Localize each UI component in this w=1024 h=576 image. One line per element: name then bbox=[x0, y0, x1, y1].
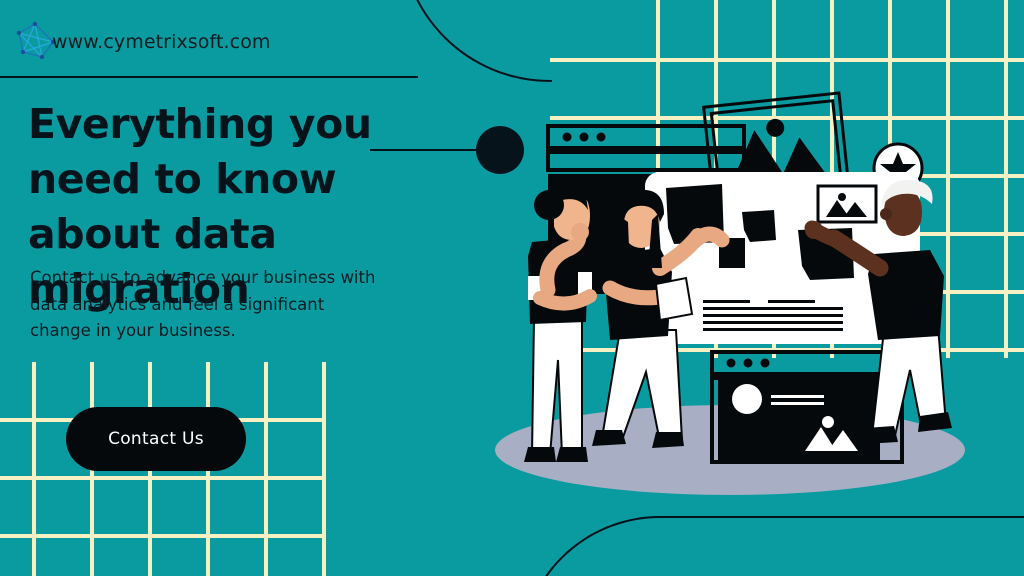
header-rule bbox=[0, 76, 418, 78]
hero-subcopy: Contact us to advance your business with… bbox=[30, 268, 376, 341]
contact-us-button-label: Contact Us bbox=[108, 429, 204, 449]
contact-us-button[interactable]: Contact Us bbox=[66, 407, 246, 471]
brand-bar: www.cymetrixsoft.com bbox=[0, 0, 552, 82]
site-url-text[interactable]: www.cymetrixsoft.com bbox=[52, 31, 271, 53]
hero-illustration bbox=[470, 0, 1024, 576]
photo-thumbnail bbox=[816, 184, 878, 224]
browser-window-front bbox=[710, 350, 904, 464]
banner-canvas: www.cymetrixsoft.com Everything you need… bbox=[0, 0, 1024, 576]
